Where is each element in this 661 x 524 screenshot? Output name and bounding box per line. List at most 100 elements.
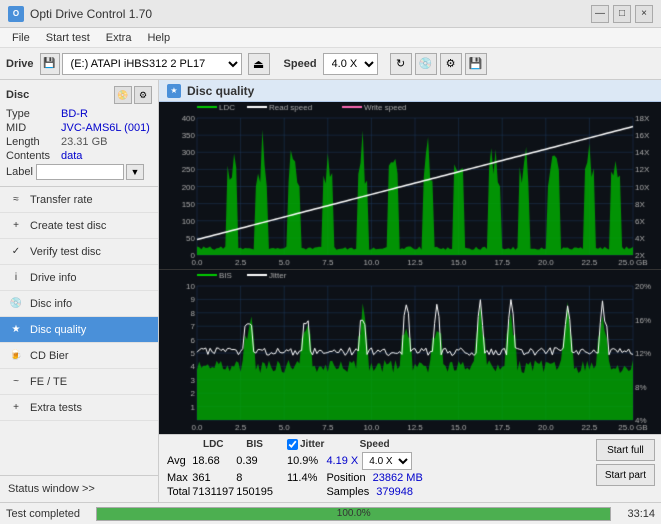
disc-info-icon: 💿 bbox=[8, 296, 24, 312]
fe-te-label: FE / TE bbox=[30, 376, 67, 388]
settings-button[interactable]: ⚙ bbox=[440, 53, 462, 75]
disc-icon-1[interactable]: 📀 bbox=[114, 86, 132, 104]
drive-icon: 💾 bbox=[40, 53, 60, 75]
total-label: Total bbox=[167, 486, 190, 498]
chart2-canvas bbox=[159, 270, 661, 434]
mid-label: MID bbox=[6, 122, 61, 134]
nav-fe-te[interactable]: ~ FE / TE bbox=[0, 369, 158, 395]
content-area: ★ Disc quality LDC BIS bbox=[159, 80, 661, 502]
maximize-button[interactable]: □ bbox=[613, 5, 631, 23]
extra-tests-label: Extra tests bbox=[30, 402, 82, 414]
disc-icon-2[interactable]: ⚙ bbox=[134, 86, 152, 104]
menubar: File Start test Extra Help bbox=[0, 28, 661, 48]
jitter-checkbox[interactable] bbox=[287, 439, 298, 450]
menu-help[interactable]: Help bbox=[139, 30, 178, 46]
max-label: Max bbox=[167, 472, 190, 484]
menu-file[interactable]: File bbox=[4, 30, 38, 46]
drive-info-icon: i bbox=[8, 270, 24, 286]
minimize-button[interactable]: — bbox=[591, 5, 609, 23]
speed-value: 4.19 X 4.0 X bbox=[326, 452, 422, 470]
mid-value: JVC-AMS6L (001) bbox=[61, 122, 150, 134]
label-input[interactable] bbox=[36, 164, 124, 180]
status-text: Test completed bbox=[6, 508, 80, 520]
titlebar: O Opti Drive Control 1.70 — □ × bbox=[0, 0, 661, 28]
status-section: Status window >> bbox=[0, 475, 158, 502]
nav-extra-tests[interactable]: + Extra tests bbox=[0, 395, 158, 421]
extra-tests-icon: + bbox=[8, 400, 24, 416]
transfer-rate-icon: ≈ bbox=[8, 192, 24, 208]
total-ldc: 7131197 bbox=[192, 486, 234, 498]
avg-bis: 0.39 bbox=[236, 452, 273, 470]
type-label: Type bbox=[6, 108, 61, 120]
nav-disc-info[interactable]: 💿 Disc info bbox=[0, 291, 158, 317]
sidebar: Disc 📀 ⚙ Type BD-R MID JVC-AMS6L (001) L… bbox=[0, 80, 159, 502]
samples-value: 379948 bbox=[376, 486, 413, 498]
avg-label: Avg bbox=[167, 452, 190, 470]
position-label: Position bbox=[326, 472, 365, 484]
drive-toolbar: ↻ 💿 ⚙ 💾 bbox=[390, 53, 487, 75]
content-title: Disc quality bbox=[187, 84, 254, 98]
speed-select-small[interactable]: 4.0 X bbox=[362, 452, 412, 470]
max-ldc: 361 bbox=[192, 472, 234, 484]
chart1-container bbox=[159, 102, 661, 270]
main-area: Disc 📀 ⚙ Type BD-R MID JVC-AMS6L (001) L… bbox=[0, 80, 661, 502]
length-label: Length bbox=[6, 136, 61, 148]
status-window-label: Status window >> bbox=[8, 483, 95, 495]
nav-items: ≈ Transfer rate + Create test disc ✓ Ver… bbox=[0, 187, 158, 475]
speed-label: Speed bbox=[284, 58, 317, 70]
samples-row: Samples 379948 bbox=[326, 486, 422, 498]
menu-start-test[interactable]: Start test bbox=[38, 30, 98, 46]
menu-extra[interactable]: Extra bbox=[98, 30, 140, 46]
fe-te-icon: ~ bbox=[8, 374, 24, 390]
drive-select[interactable]: (E:) ATAPI iHBS312 2 PL17 bbox=[62, 53, 242, 75]
status-window-button[interactable]: Status window >> bbox=[0, 476, 158, 502]
verify-test-disc-icon: ✓ bbox=[8, 244, 24, 260]
nav-drive-info[interactable]: i Drive info bbox=[0, 265, 158, 291]
nav-create-test-disc[interactable]: + Create test disc bbox=[0, 213, 158, 239]
disc-quality-icon: ★ bbox=[8, 322, 24, 338]
charts-area bbox=[159, 102, 661, 434]
disc-quality-label: Disc quality bbox=[30, 324, 86, 336]
jitter-checkbox-cell: Jitter bbox=[287, 439, 324, 450]
type-value: BD-R bbox=[61, 108, 88, 120]
speed-val: 4.19 X bbox=[326, 455, 358, 467]
drive-label: Drive bbox=[6, 58, 34, 70]
disc-button[interactable]: 💿 bbox=[415, 53, 437, 75]
contents-label: Contents bbox=[6, 150, 61, 162]
jitter-label: Jitter bbox=[300, 439, 324, 450]
nav-verify-test-disc[interactable]: ✓ Verify test disc bbox=[0, 239, 158, 265]
disc-section: Disc 📀 ⚙ Type BD-R MID JVC-AMS6L (001) L… bbox=[0, 80, 158, 187]
avg-ldc: 18.68 bbox=[192, 452, 234, 470]
label-btn[interactable]: ▼ bbox=[126, 164, 144, 180]
chart2-container bbox=[159, 270, 661, 434]
max-jitter: 11.4% bbox=[287, 472, 324, 484]
samples-label: Samples bbox=[326, 486, 369, 498]
time-text: 33:14 bbox=[627, 508, 655, 520]
close-button[interactable]: × bbox=[635, 5, 653, 23]
create-test-disc-label: Create test disc bbox=[30, 220, 106, 232]
nav-cd-bier[interactable]: 🍺 CD Bier bbox=[0, 343, 158, 369]
ldc-header: LDC bbox=[192, 439, 234, 450]
position-value: 23862 MB bbox=[373, 472, 423, 484]
contents-value: data bbox=[61, 150, 82, 162]
label-label: Label bbox=[6, 166, 36, 178]
refresh-button[interactable]: ↻ bbox=[390, 53, 412, 75]
app-icon: O bbox=[8, 6, 24, 22]
eject-button[interactable]: ⏏ bbox=[248, 53, 270, 75]
length-value: 23.31 GB bbox=[61, 136, 107, 148]
nav-transfer-rate[interactable]: ≈ Transfer rate bbox=[0, 187, 158, 213]
save-button[interactable]: 💾 bbox=[465, 53, 487, 75]
start-part-button[interactable]: Start part bbox=[596, 464, 655, 486]
speed-select[interactable]: 4.0 X bbox=[323, 53, 378, 75]
nav-disc-quality[interactable]: ★ Disc quality bbox=[0, 317, 158, 343]
disc-section-title: Disc bbox=[6, 89, 29, 101]
stats-bar: LDC BIS Jitter Speed Avg 18. bbox=[159, 434, 661, 502]
position-row: Position 23862 MB bbox=[326, 472, 422, 484]
disc-info-label: Disc info bbox=[30, 298, 72, 310]
content-icon: ★ bbox=[167, 84, 181, 98]
total-bis: 150195 bbox=[236, 486, 273, 498]
drivebar: Drive 💾 (E:) ATAPI iHBS312 2 PL17 ⏏ Spee… bbox=[0, 48, 661, 80]
start-full-button[interactable]: Start full bbox=[596, 439, 655, 461]
transfer-rate-label: Transfer rate bbox=[30, 194, 93, 206]
avg-jitter: 10.9% bbox=[287, 452, 324, 470]
